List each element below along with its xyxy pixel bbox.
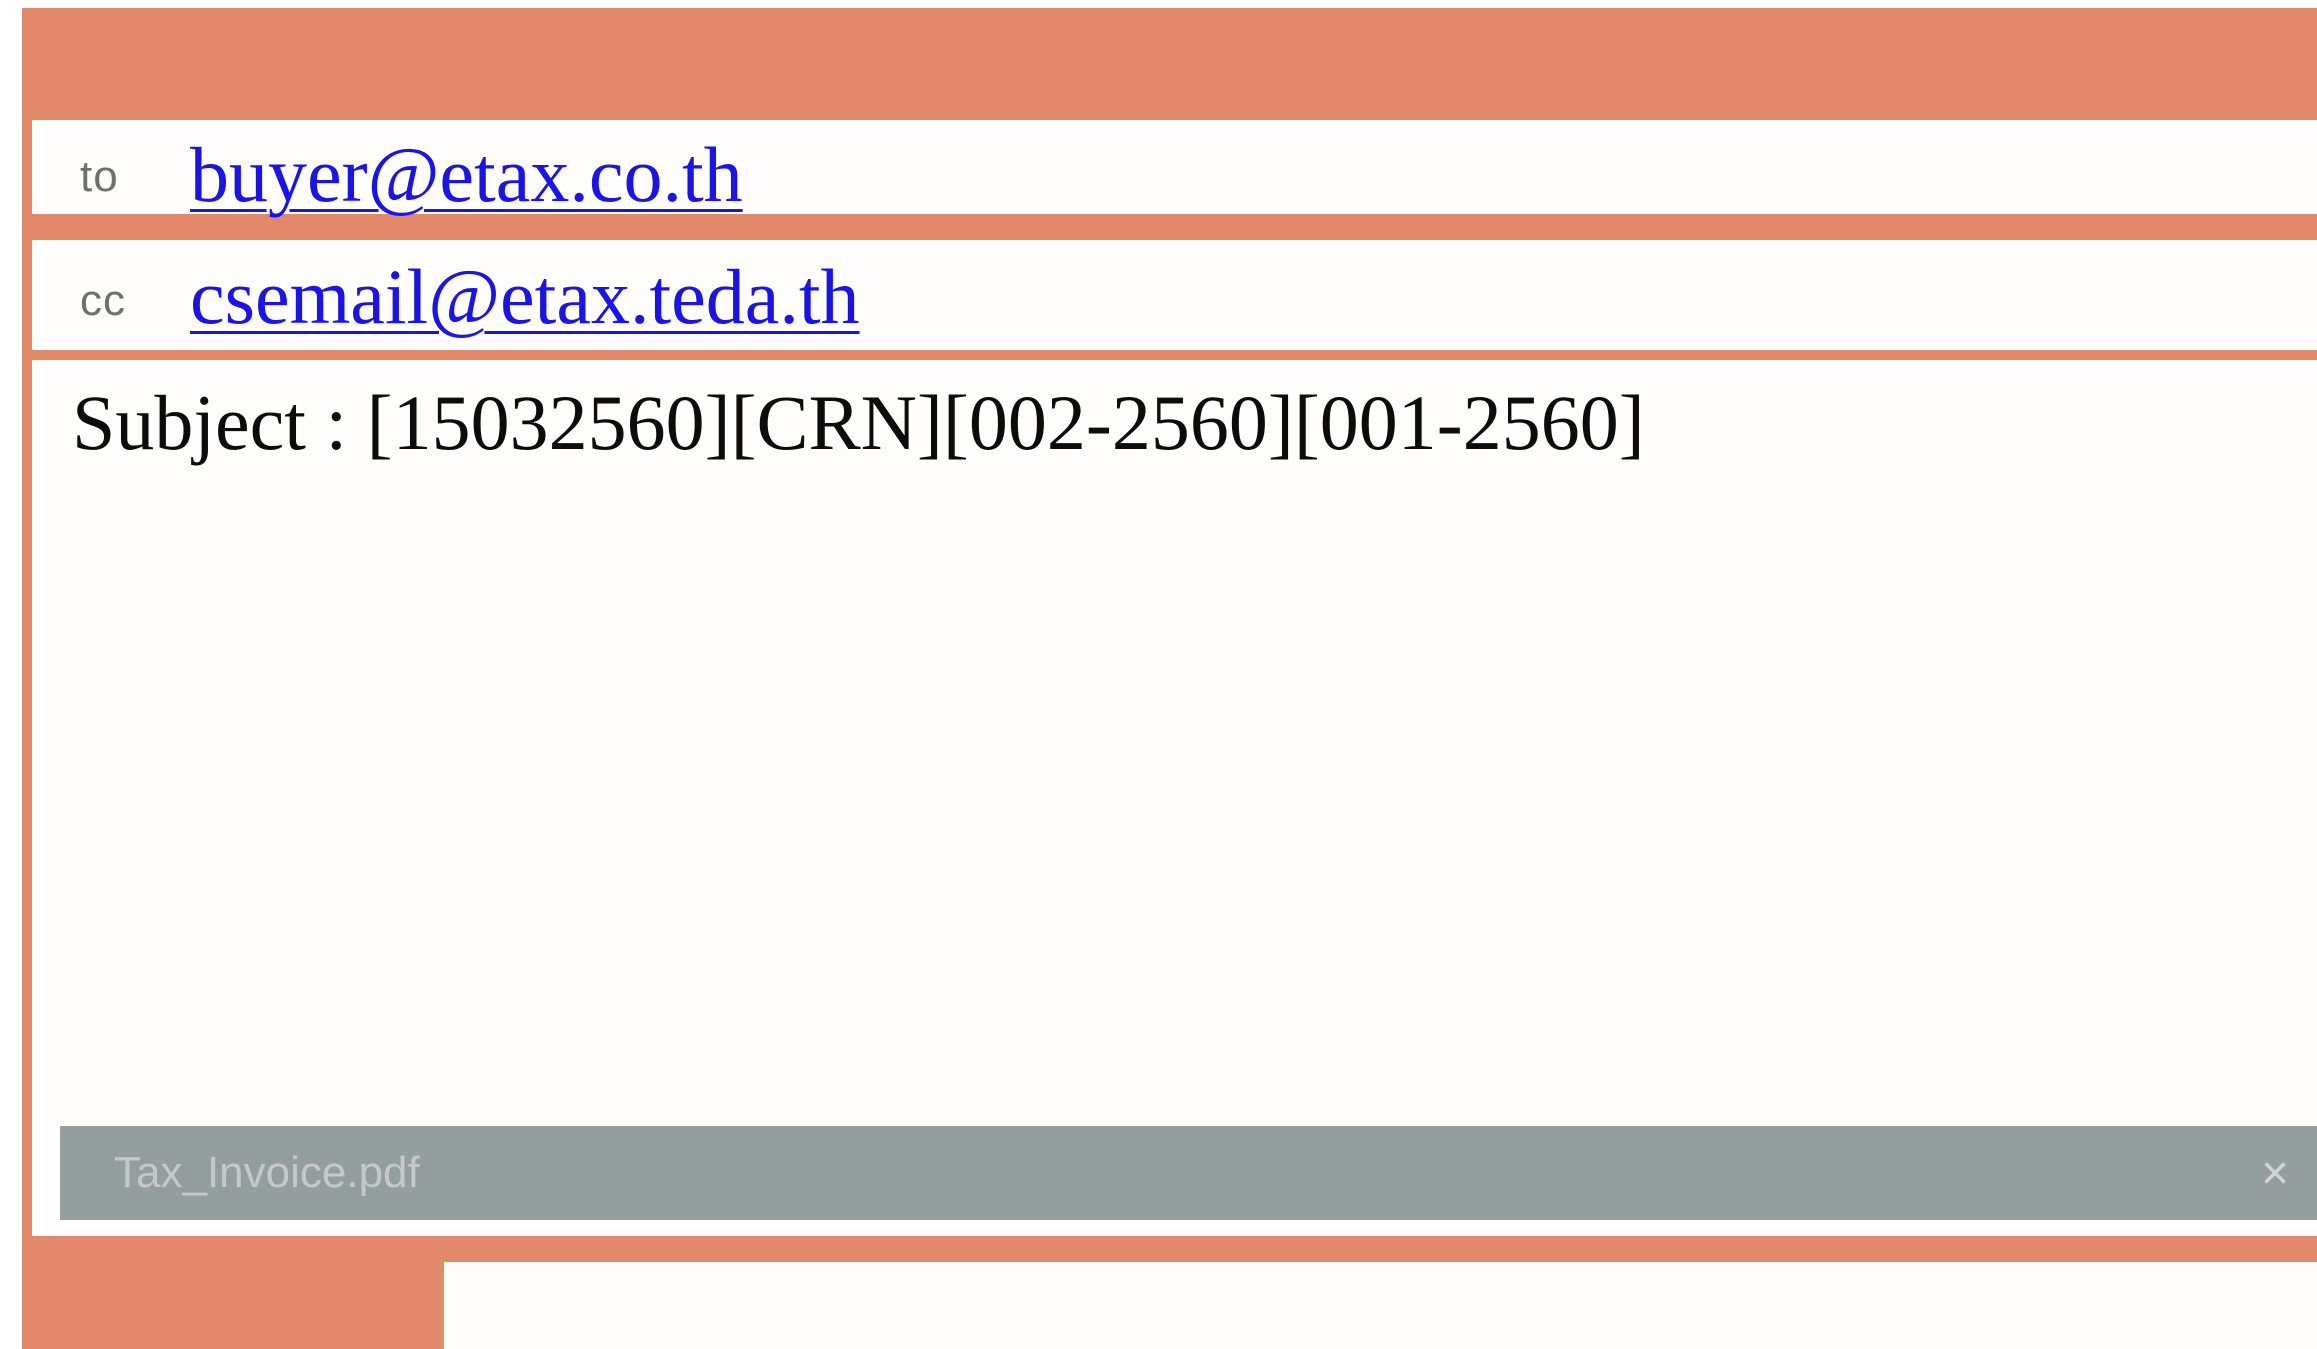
close-icon[interactable]: × [2261, 1146, 2289, 1201]
attachment-filename[interactable]: Tax_Invoice.pdf [114, 1148, 420, 1198]
to-address-link[interactable]: buyer@etax.co.th [190, 130, 743, 220]
cc-label: cc [80, 276, 126, 325]
cc-address-link[interactable]: csemail@etax.teda.th [190, 252, 860, 342]
attachment-chip[interactable]: Tax_Invoice.pdf × [60, 1126, 2317, 1220]
cc-field[interactable]: cc csemail@etax.teda.th [32, 240, 2317, 350]
footer-bar [22, 1260, 442, 1349]
to-field[interactable]: to buyer@etax.co.th [32, 120, 2317, 218]
to-label: to [80, 152, 119, 201]
subject-line: Subject : [15032560][CRN][002-2560][001-… [72, 379, 1645, 466]
footer-input-area[interactable] [444, 1262, 2317, 1349]
message-body[interactable]: Subject : [15032560][CRN][002-2560][001-… [32, 360, 2317, 1236]
email-compose-window: to buyer@etax.co.th cc csemail@etax.teda… [22, 8, 2317, 1349]
header-bar [22, 8, 2317, 120]
